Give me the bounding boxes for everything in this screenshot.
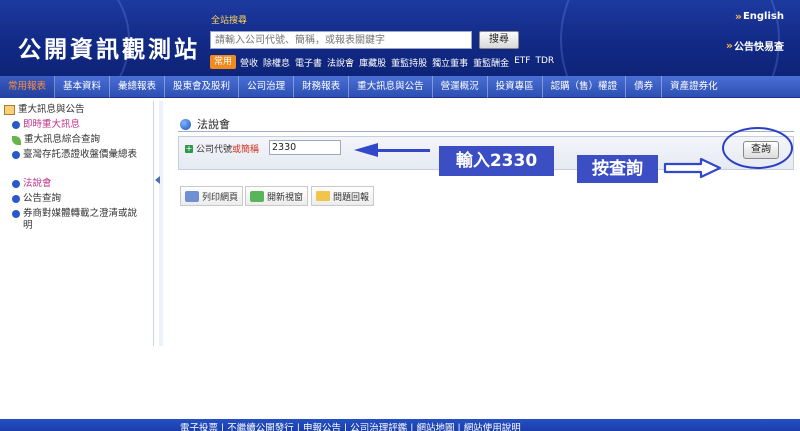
print-page-button[interactable]: 列印網頁	[180, 186, 244, 206]
main-nav: 常用報表 基本資料 彙總報表 股東會及股利 公司治理 財務報表 重大訊息與公告 …	[0, 75, 800, 98]
double-chevron-icon: »	[734, 10, 742, 23]
company-code-label: 公司代號或簡稱	[196, 142, 259, 155]
sidebar-item-label: 公告查詢	[23, 193, 62, 204]
quick-link-director-holdings[interactable]: 董監持股	[391, 56, 427, 69]
quick-link-independent-directors[interactable]: 獨立董事	[432, 56, 468, 69]
quick-link-tdr[interactable]: TDR	[536, 56, 555, 69]
annotation-press-query: 按查詢	[577, 155, 658, 183]
left-sidebar: 重大訊息與公告 即時重大訊息 重大訊息綜合查詢 臺灣存託憑證收盤價彙總表 法說會…	[0, 101, 154, 346]
quick-link-treasury-stock[interactable]: 庫藏股	[359, 56, 386, 69]
sidebar-item-news-search[interactable]: 重大訊息綜合查詢	[12, 134, 100, 146]
nav-item-summary-reports[interactable]: 彙總報表	[110, 75, 166, 98]
quick-link-etf[interactable]: ETF	[514, 56, 530, 69]
site-header: 公開資訊觀測站 全站搜尋 搜尋 常用 營收 除權息 電子書 法說會 庫藏股 董監…	[0, 0, 800, 76]
company-code-label-alt: 或簡稱	[232, 145, 260, 155]
nav-item-common-reports[interactable]: 常用報表	[0, 75, 56, 98]
book-icon	[4, 105, 15, 115]
arrow-shaft	[378, 149, 430, 152]
company-code-label-text: 公司代號	[196, 145, 233, 155]
print-page-label: 列印網頁	[202, 192, 239, 203]
quick-link-dividend[interactable]: 除權息	[263, 56, 290, 69]
printer-icon	[185, 190, 199, 202]
english-link[interactable]: » English	[735, 10, 784, 23]
sidebar-splitter[interactable]	[159, 101, 163, 346]
quick-link-director-compensation[interactable]: 董監酬金	[473, 56, 509, 69]
bulletin-link-label: 公告快易查	[734, 42, 784, 53]
page-title: 法說會	[197, 118, 230, 131]
sidebar-item-realtime-news[interactable]: 即時重大訊息	[12, 119, 80, 131]
footer-links[interactable]: 電子投票 | 不繼續公開發行 | 申報公告 | 公司治理評鑑 | 網站地圖 | …	[180, 420, 521, 431]
nav-item-investment[interactable]: 投資專區	[488, 75, 543, 98]
site-footer: 電子投票 | 不繼續公開發行 | 申報公告 | 公司治理評鑑 | 網站地圖 | …	[0, 419, 800, 431]
nav-item-operations[interactable]: 營運概況	[433, 75, 488, 98]
site-logo[interactable]: 公開資訊觀測站	[18, 30, 200, 64]
nav-item-securitization[interactable]: 資產證券化	[662, 76, 726, 98]
bulletin-link[interactable]: » 公告快易查	[726, 38, 784, 53]
globe-icon	[180, 118, 191, 130]
sidebar-item-label: 即時重大訊息	[23, 119, 81, 130]
bullet-icon	[12, 151, 20, 159]
sidebar-item-investor-conference[interactable]: 法說會	[12, 178, 52, 190]
quick-link-ebook[interactable]: 電子書	[295, 56, 322, 69]
report-issue-label: 問題回報	[333, 192, 370, 203]
nav-item-corporate-governance[interactable]: 公司治理	[239, 75, 295, 98]
nav-item-material-info[interactable]: 重大訊息與公告	[349, 75, 433, 98]
english-link-label: English	[742, 11, 784, 22]
nav-item-shareholder-meeting[interactable]: 股東會及股利	[165, 75, 240, 98]
double-chevron-icon: »	[725, 39, 733, 52]
new-window-button[interactable]: 開新視窗	[245, 186, 309, 206]
quick-link-revenue[interactable]: 營收	[240, 56, 258, 69]
sidebar-root-label: 重大訊息與公告	[18, 104, 85, 115]
leaf-icon	[12, 136, 21, 145]
search-button[interactable]: 搜尋	[479, 31, 519, 49]
sidebar-item-label: 券商對媒體轉載之澄清或說明	[23, 208, 138, 231]
sidebar-item-label: 法說會	[23, 178, 52, 189]
sidebar-item-broker-clarification[interactable]: 券商對媒體轉載之澄清或說明	[12, 208, 146, 232]
sidebar-item-tdr-prices[interactable]: 臺灣存託憑證收盤價彙總表	[12, 149, 146, 161]
page-heading: 法說會	[180, 116, 230, 132]
sidebar-item-announcement-search[interactable]: 公告查詢	[12, 193, 61, 205]
left-arrow-icon	[354, 143, 378, 157]
collapse-arrow-icon[interactable]	[155, 176, 160, 184]
plus-icon: +	[185, 144, 193, 153]
report-issue-button[interactable]: 問題回報	[311, 186, 375, 206]
new-window-icon	[250, 190, 264, 202]
title-divider	[178, 131, 794, 132]
mail-icon	[316, 191, 330, 201]
annotation-enter-code: 輸入2330	[439, 146, 554, 176]
quick-links: 營收 除權息 電子書 法說會 庫藏股 董監持股 獨立董事 董監酬金 ETF TD…	[240, 56, 554, 69]
nav-item-warrants[interactable]: 認購（售）權證	[543, 75, 627, 98]
bullet-icon	[12, 210, 20, 218]
sidebar-root[interactable]: 重大訊息與公告	[4, 104, 85, 116]
new-window-label: 開新視窗	[267, 192, 304, 203]
app-window: 公開資訊觀測站 全站搜尋 搜尋 常用 營收 除權息 電子書 法說會 庫藏股 董監…	[0, 0, 800, 431]
search-label: 全站搜尋	[211, 16, 248, 26]
right-arrow-icon	[663, 157, 722, 179]
common-badge: 常用	[210, 55, 236, 69]
highlight-oval	[722, 127, 793, 169]
company-code-input[interactable]	[269, 140, 341, 155]
nav-item-basic-info[interactable]: 基本資料	[55, 75, 111, 98]
bullet-icon	[12, 180, 20, 188]
bullet-icon	[12, 195, 20, 203]
sidebar-item-label: 重大訊息綜合查詢	[24, 134, 101, 145]
sidebar-item-label: 臺灣存託憑證收盤價彙總表	[23, 149, 138, 160]
nav-item-financial-statements[interactable]: 財務報表	[294, 75, 350, 98]
nav-item-bonds[interactable]: 債券	[626, 75, 663, 98]
bullet-icon	[12, 121, 20, 129]
quick-link-investor-conference[interactable]: 法說會	[327, 56, 354, 69]
search-input[interactable]	[210, 31, 472, 49]
